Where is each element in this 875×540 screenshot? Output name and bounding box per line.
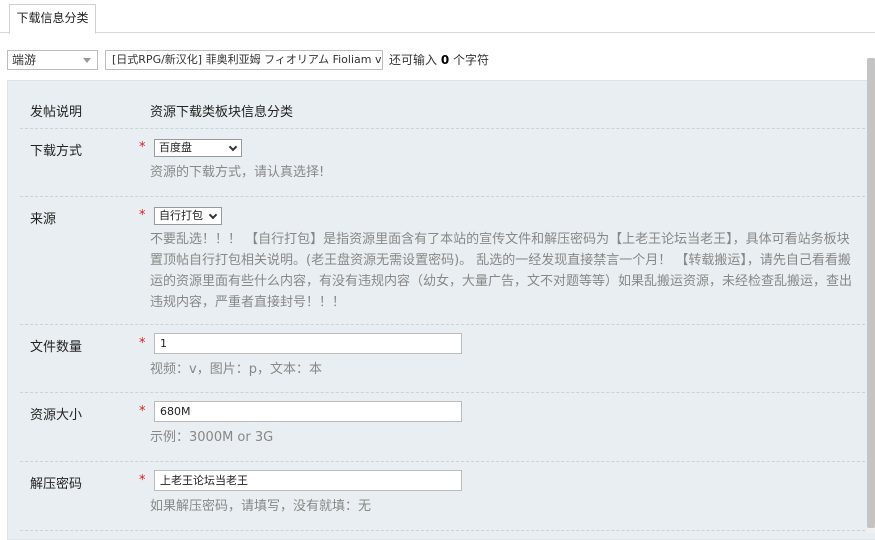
form-panel: 发帖说明 资源下载类板块信息分类 下载方式 * 百度盘 资源的下载方式，请认真选… (7, 80, 875, 540)
source-select[interactable]: 自行打包 (154, 207, 222, 225)
header-value: 资源下载类板块信息分类 (150, 105, 294, 120)
source-label: 来源 (30, 212, 57, 227)
remaining-chars: 还可输入 0 个字符 (389, 50, 489, 70)
scrollbar[interactable] (867, 58, 875, 533)
form-row-source: 来源 * 自行打包 不要乱选！！！ 【自行打包】是指资源里面含有了本站的宣传文件… (20, 197, 875, 325)
remaining-prefix: 还可输入 (389, 53, 438, 67)
header-label: 发帖说明 (30, 105, 83, 120)
chevron-down-icon (83, 58, 91, 63)
form-row-size: 资源大小 * 680M 示例：3000M or 3G (20, 393, 875, 462)
form-row-file-count: 文件数量 * 1 视频：v，图片：p，文本：本 (20, 325, 875, 393)
download-method-value: 百度盘 (159, 141, 192, 154)
password-input[interactable]: 上老王论坛当老王 (154, 470, 462, 491)
remaining-count: 0 (440, 53, 450, 67)
form-row-header: 发帖说明 资源下载类板块信息分类 (20, 81, 875, 129)
password-label: 解压密码 (30, 477, 83, 492)
file-count-hint: 视频：v，图片：p，文本：本 (150, 362, 322, 377)
required-star: * (139, 336, 146, 351)
required-star: * (139, 473, 146, 488)
size-hint: 示例：3000M or 3G (150, 430, 274, 445)
size-input[interactable]: 680M (154, 401, 462, 422)
required-star: * (139, 208, 146, 223)
size-label: 资源大小 (30, 408, 83, 423)
form-row-password: 解压密码 * 上老王论坛当老王 如果解压密码，请填写，没有就填：无 (20, 462, 875, 531)
download-label: 下载方式 (30, 144, 83, 159)
source-hint-line-3: 运的资源里面有些什么内容，有没有违规内容（幼女，大量广告，文不对题等等）如果乱搬… (150, 274, 853, 289)
source-hint-line-1: 不要乱选！！！ 【自行打包】是指资源里面含有了本站的宣传文件和解压密码为【上老王… (150, 232, 850, 247)
type-select[interactable]: 端游 (7, 50, 98, 70)
chevron-down-icon (208, 210, 218, 220)
source-hint-line-2: 置顶帖自行打包相关说明。(老王盘资源无需设置密码)。 乱选的一经发现直接禁言一个… (150, 253, 851, 268)
scrollbar-thumb[interactable] (867, 58, 875, 528)
tab-download-info[interactable]: 下载信息分类 (9, 4, 96, 34)
file-count-input[interactable]: 1 (154, 333, 462, 354)
required-star: * (139, 140, 146, 155)
download-method-select[interactable]: 百度盘 (154, 139, 242, 157)
remaining-suffix: 个字符 (453, 53, 490, 67)
type-select-value: 端游 (12, 53, 37, 67)
source-value: 自行打包 (159, 209, 203, 222)
tab-bar: 下载信息分类 (0, 0, 875, 34)
title-input[interactable]: [日式RPG/新汉化] 菲奥利亚姆 フィオリアム Fioliam v1. (105, 50, 383, 70)
required-star: * (139, 404, 146, 419)
title-row: 端游 [日式RPG/新汉化] 菲奥利亚姆 フィオリアム Fioliam v1. … (0, 48, 875, 72)
password-hint: 如果解压密码，请填写，没有就填：无 (150, 499, 372, 514)
download-hint: 资源的下载方式，请认真选择! (150, 165, 325, 180)
form-row-download: 下载方式 * 百度盘 资源的下载方式，请认真选择! (20, 129, 875, 197)
chevron-down-icon (228, 142, 238, 152)
source-hint-line-4: 违规内容，严重者直接封号！！！ (150, 295, 346, 310)
file-count-label: 文件数量 (30, 340, 83, 355)
